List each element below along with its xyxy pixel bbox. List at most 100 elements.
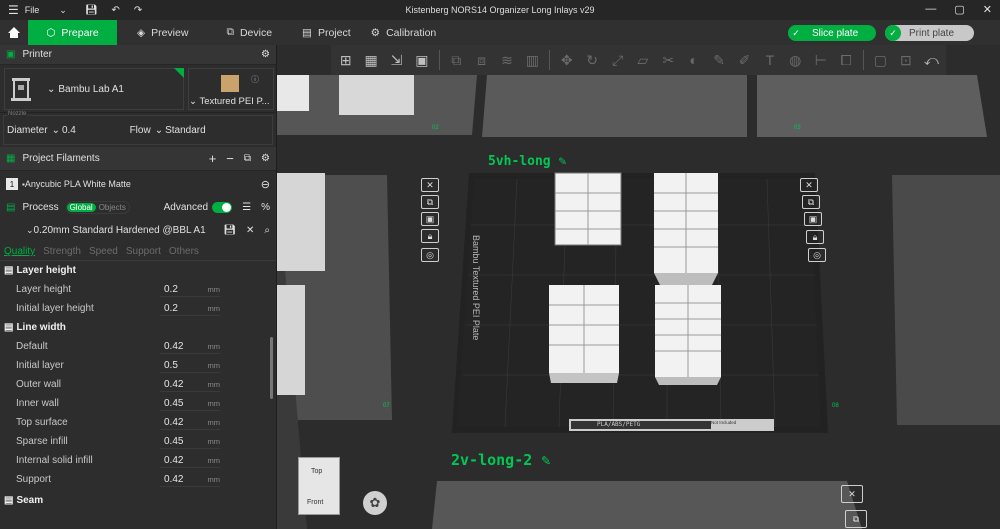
plate-close-icon[interactable]: ✕ [800, 178, 818, 192]
param-input[interactable]: 0.42 mm [160, 453, 220, 468]
edit-icon[interactable]: ✎ [541, 451, 550, 469]
param-input[interactable]: 0.42 mm [160, 377, 220, 392]
variable-layer-icon[interactable]: ▥ [522, 49, 543, 71]
plate-lock-icon[interactable]: 🔒︎ [806, 230, 824, 244]
assembly-icon[interactable]: ⧠ [835, 49, 856, 71]
hamburger-menu-icon[interactable]: ☰ [8, 3, 19, 17]
tab-speed[interactable]: Speed [89, 246, 118, 257]
tab-others[interactable]: Others [169, 246, 199, 257]
process-tabs: Quality Strength Speed Support Others [0, 243, 276, 261]
info-icon[interactable]: ⓘ [251, 74, 259, 85]
param-input[interactable]: 0.5 mm [160, 358, 220, 373]
plate-close-icon[interactable]: ✕ [841, 485, 863, 503]
diameter-select[interactable]: ⌄ 0.4 [52, 125, 112, 136]
color-paint-icon[interactable]: ◍ [785, 49, 806, 71]
toggle-global[interactable]: Global [66, 202, 96, 212]
param-input[interactable]: 0.45 mm [160, 396, 220, 411]
add-filament-icon[interactable]: + [209, 151, 217, 166]
param-input[interactable]: 0.42 mm [160, 415, 220, 430]
filament-item[interactable]: 1 ▪ Anycubic PLA White Matte ⊖ [0, 171, 276, 197]
scale-icon[interactable]: ⤢ [607, 49, 628, 71]
tab-support[interactable]: Support [126, 246, 161, 257]
print-plate-button[interactable]: ✓ Print plate [885, 25, 974, 41]
zoom-to-fit-icon[interactable]: ✿ [363, 491, 387, 515]
maximize-icon[interactable]: ▢ [954, 3, 964, 16]
plate-object-label[interactable]: 5vh-long ✎ [488, 154, 566, 169]
param-input[interactable]: 0.45 mm [160, 434, 220, 449]
view-cube-front[interactable]: Front [307, 499, 323, 506]
plate-orient-icon[interactable]: ▣ [804, 212, 822, 226]
plate-settings-icon[interactable]: ◎ [421, 248, 439, 262]
tab-quality[interactable]: Quality [4, 246, 35, 257]
minimize-icon[interactable]: — [925, 3, 936, 16]
tab-device[interactable]: ⧉ Device [204, 20, 288, 45]
tab-strength[interactable]: Strength [43, 246, 81, 257]
printer-preset-selector[interactable]: ⌄ Bambu Lab A1 [4, 68, 184, 110]
text-icon[interactable]: T [759, 49, 780, 71]
view-cube-top[interactable]: Top [311, 468, 322, 475]
return-icon[interactable]: ⤺ [921, 49, 942, 71]
layers-icon[interactable]: ≋ [496, 49, 517, 71]
filament-sync-icon[interactable]: ⧉ [244, 153, 251, 164]
mesh-boolean-icon[interactable]: ◐ [683, 49, 704, 71]
save-icon[interactable]: 💾︎ [85, 5, 98, 16]
plate-arrange-icon[interactable]: ⧉ [421, 195, 439, 209]
lay-on-face-icon[interactable]: ▱ [632, 49, 653, 71]
move-icon[interactable]: ✥ [556, 49, 577, 71]
list-icon[interactable]: ☰ [242, 202, 251, 213]
tab-preview[interactable]: ◈ Preview [117, 20, 204, 45]
chevron-down-icon[interactable]: ⌄ [59, 5, 67, 16]
close-icon[interactable]: ✕ [246, 225, 254, 236]
seam-paint-icon[interactable]: ✐ [734, 49, 755, 71]
view-cube[interactable]: Top Front [298, 457, 340, 515]
process-preset-select[interactable]: ⌄0.20mm Standard Hardened @BBL A1 [26, 225, 206, 236]
rotate-icon[interactable]: ↻ [581, 49, 602, 71]
param-input[interactable]: 0.2 mm [160, 301, 220, 316]
measure-icon[interactable]: ⊢ [810, 49, 831, 71]
tab-calibration[interactable]: ⚙ Calibration [367, 20, 453, 45]
filament-options-icon[interactable]: ⊖ [261, 178, 270, 191]
home-button[interactable] [0, 20, 28, 45]
advanced-toggle[interactable] [212, 201, 233, 213]
3d-viewport[interactable]: ⊞ ▦ ⇲ ▣ ⧉ ⧈ ≋ ▥ ✥ ↻ ⤢ ▱ ✂ ◐ ✎ ✐ T ◍ ⊢ ⧠ … [277, 45, 1000, 529]
plate-type-selector[interactable]: ⓘ ⌄ Textured PEI P... [188, 68, 274, 110]
compare-icon[interactable]: % [261, 202, 270, 213]
tab-project[interactable]: ▤ Project [288, 20, 367, 45]
orient-icon[interactable]: ⇲ [386, 49, 407, 71]
slice-plate-button[interactable]: ✓ Slice plate [788, 25, 876, 41]
plate-arrange-icon[interactable]: ⧉ [845, 510, 867, 528]
param-input[interactable]: 0.2 mm [160, 282, 220, 297]
plate-settings-icon[interactable]: ◎ [808, 248, 826, 262]
param-input[interactable]: 0.42 mm [160, 339, 220, 354]
edit-icon[interactable]: ✎ [558, 154, 566, 169]
plate-arrange-icon[interactable]: ⧉ [802, 195, 820, 209]
split-parts-icon[interactable]: ⧈ [471, 49, 492, 71]
cut-icon[interactable]: ✂ [658, 49, 679, 71]
add-plate-icon[interactable]: ▦ [360, 49, 381, 71]
plate-object-label[interactable]: 2v-long-2 ✎ [451, 451, 550, 469]
redo-icon[interactable]: ↷ [134, 5, 142, 16]
plate-lock-icon[interactable]: 🔒︎ [421, 229, 439, 243]
arrange-icon[interactable]: ▣ [411, 49, 432, 71]
global-objects-toggle[interactable]: Global Objects [65, 200, 130, 214]
param-input[interactable]: 0.42 mm [160, 472, 220, 487]
settings-gear-icon[interactable]: ⚙ [261, 49, 270, 60]
support-paint-icon[interactable]: ✎ [708, 49, 729, 71]
plate-close-icon[interactable]: ✕ [421, 178, 439, 192]
sidebar-scrollbar[interactable] [270, 337, 273, 399]
add-object-icon[interactable]: ⊞ [335, 49, 356, 71]
search-icon[interactable]: ⌕ [264, 225, 270, 236]
tab-prepare[interactable]: ⬡ Prepare [28, 20, 117, 45]
settings-gear-icon[interactable]: ⚙ [261, 153, 270, 164]
flow-select[interactable]: ⌄ Standard [155, 125, 206, 136]
toggle-objects[interactable]: Objects [96, 203, 129, 212]
save-preset-icon[interactable]: 💾︎ [223, 225, 236, 236]
split-objects-icon[interactable]: ⧉ [446, 49, 467, 71]
paste-icon[interactable]: ▢ [870, 49, 891, 71]
plate-orient-icon[interactable]: ▣ [421, 212, 439, 226]
file-menu[interactable]: File [25, 5, 40, 15]
close-icon[interactable]: ✕ [983, 3, 992, 16]
explode-icon[interactable]: ⊡ [895, 49, 916, 71]
remove-filament-icon[interactable]: − [226, 151, 234, 166]
undo-icon[interactable]: ↶ [112, 5, 120, 16]
